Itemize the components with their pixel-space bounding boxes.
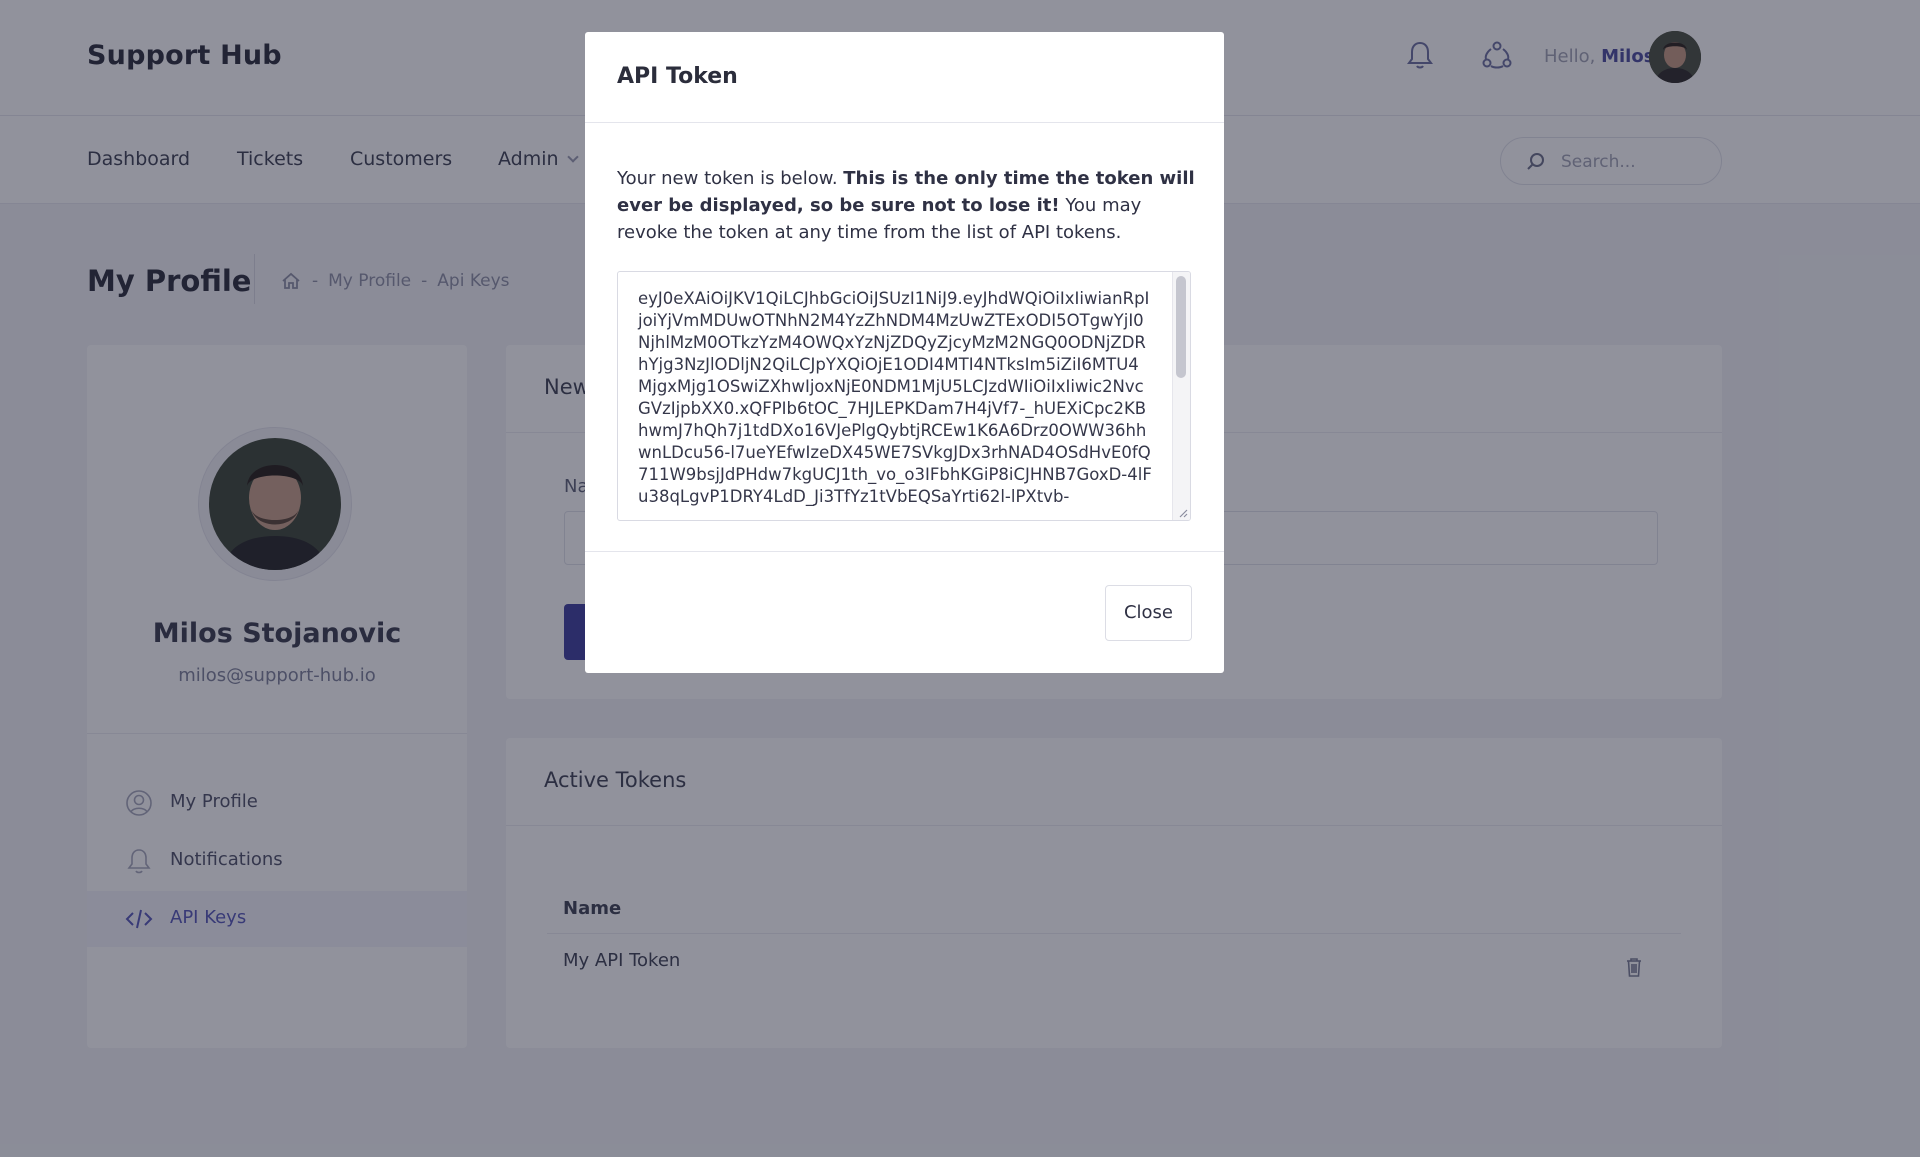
modal-title: API Token [617,64,738,89]
api-token-modal: API Token Your new token is below. This … [585,32,1224,673]
modal-header: API Token [585,32,1224,123]
token-value: eyJ0eXAiOiJKV1QiLCJhbGciOiJSUzI1NiJ9.eyJ… [638,289,1152,506]
modal-message: Your new token is below. This is the onl… [617,165,1197,246]
scrollbar[interactable] [1172,272,1190,520]
resize-handle-icon[interactable] [1176,506,1188,518]
modal-text-before: Your new token is below. [617,168,844,189]
token-textarea[interactable]: eyJ0eXAiOiJKV1QiLCJhbGciOiJSUzI1NiJ9.eyJ… [617,271,1191,521]
close-button[interactable]: Close [1105,585,1192,641]
modal-footer-divider [585,551,1224,552]
scrollbar-thumb[interactable] [1176,276,1186,378]
